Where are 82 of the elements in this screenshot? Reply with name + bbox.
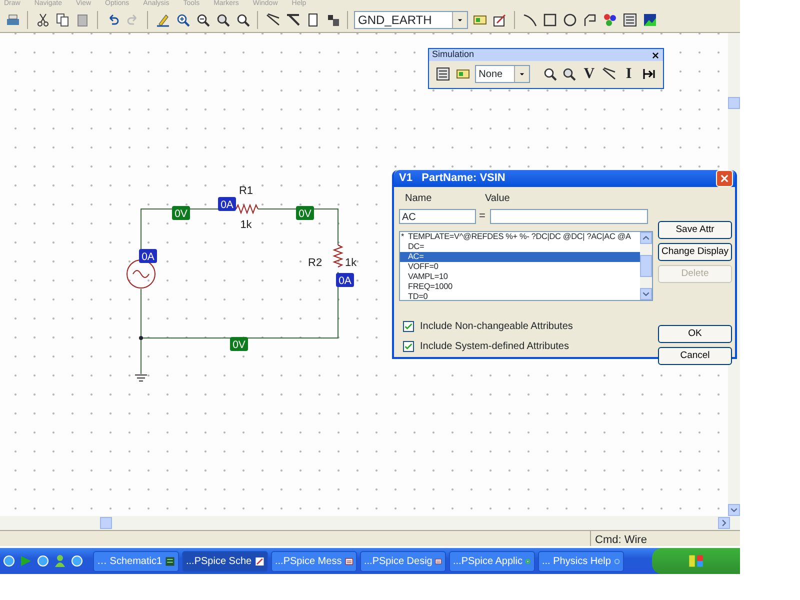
- polyline-icon[interactable]: [582, 13, 596, 27]
- person-icon[interactable]: [53, 554, 67, 568]
- wire-icon[interactable]: [266, 13, 280, 27]
- close-icon[interactable]: [651, 50, 660, 60]
- part-value: 1k: [345, 257, 357, 269]
- copy-icon[interactable]: [56, 13, 70, 27]
- text-frame-icon[interactable]: [436, 67, 450, 81]
- marker-button[interactable]: V: [580, 66, 598, 82]
- paste-icon[interactable]: [76, 13, 90, 27]
- value-field[interactable]: [490, 208, 648, 224]
- wire[interactable]: [140, 208, 338, 374]
- current-marker[interactable]: 0A: [336, 273, 354, 287]
- equals-sign: =: [479, 209, 486, 224]
- scroll-thumb[interactable]: [100, 517, 112, 529]
- block-icon[interactable]: [306, 13, 320, 27]
- part-reference: R1: [238, 185, 254, 197]
- dialog-button[interactable]: Cancel: [658, 347, 732, 365]
- bus-icon[interactable]: [286, 13, 300, 27]
- attribute-item[interactable]: VAMPL=10: [400, 272, 640, 282]
- attribute-item[interactable]: VOFF=0: [400, 262, 640, 272]
- checkbox[interactable]: [403, 320, 414, 332]
- zoom-area-icon[interactable]: [216, 13, 230, 27]
- probe-icon[interactable]: [642, 67, 656, 81]
- wire-icon[interactable]: [602, 67, 616, 81]
- check-icon: [404, 322, 413, 330]
- field-label: Name: [404, 192, 433, 206]
- simulation-combo[interactable]: None: [474, 65, 530, 83]
- attribute-item[interactable]: * TEMPLATE=V^@REFDES %+ %- ?DC|DC @DC| ?AC|AC @A: [400, 232, 640, 242]
- dialog-button[interactable]: Change Display: [658, 243, 732, 261]
- text-frame-icon[interactable]: [622, 13, 636, 27]
- current-marker[interactable]: 0A: [218, 197, 236, 211]
- checkbox[interactable]: [403, 340, 414, 352]
- toolbar-title: Simulation: [432, 48, 474, 62]
- voltage-marker[interactable]: 0V: [230, 337, 248, 351]
- checkbox-label: Include Non-changeable Attributes: [420, 320, 573, 334]
- taskbar-button[interactable]: ...PSpice Desig: [360, 550, 446, 572]
- dialog-button[interactable]: Save Attr: [658, 221, 732, 239]
- attribute-item[interactable]: TD=0: [400, 292, 640, 300]
- taskbar-button[interactable]: ...PSpice Sche: [182, 550, 268, 572]
- status-text: Cmd: Wire: [590, 531, 730, 546]
- pencil-icon[interactable]: [156, 13, 170, 27]
- ac-source-symbol[interactable]: [126, 260, 156, 288]
- name-field[interactable]: AC: [399, 208, 476, 224]
- zoom-area-icon[interactable]: [562, 67, 576, 81]
- resistor-symbol[interactable]: [236, 204, 258, 214]
- rectangle-icon[interactable]: [542, 13, 556, 27]
- circle-icon[interactable]: [562, 13, 576, 27]
- attribute-item[interactable]: FREQ=1000: [400, 282, 640, 292]
- ground-symbol[interactable]: [134, 374, 148, 382]
- part-combo[interactable]: GND_EARTH: [354, 11, 468, 29]
- zoom-fit-icon[interactable]: [542, 67, 556, 81]
- voltage-marker[interactable]: 0V: [296, 206, 314, 220]
- part-value: 1k: [240, 219, 252, 231]
- voltage-marker[interactable]: 0V: [172, 206, 190, 220]
- taskbar-button[interactable]: ...PSpice Applic: [449, 550, 535, 572]
- resistor-symbol[interactable]: [332, 244, 344, 268]
- print-icon[interactable]: [6, 13, 20, 27]
- taskbar-button[interactable]: … Schematic1: [93, 550, 179, 572]
- zoom-out-icon[interactable]: [196, 13, 210, 27]
- dialog-title: V1 PartName: VSIN: [399, 171, 506, 186]
- arc-icon[interactable]: [522, 13, 536, 27]
- scroll-thumb[interactable]: [640, 254, 652, 276]
- dialog-button[interactable]: OK: [658, 325, 732, 343]
- current-marker[interactable]: 0A: [139, 249, 157, 263]
- zoom-in-icon[interactable]: [176, 13, 190, 27]
- attribute-item[interactable]: DC=: [400, 242, 640, 252]
- zoom-fit-icon[interactable]: [236, 13, 250, 27]
- field-label: Value: [485, 192, 510, 206]
- scroll-thumb[interactable]: [728, 97, 740, 109]
- picture-icon[interactable]: [642, 13, 656, 27]
- marker-button[interactable]: I: [620, 66, 638, 82]
- junction-dot: [139, 336, 143, 340]
- check-icon: [404, 342, 413, 350]
- taskbar-button[interactable]: ... Physics Help: [538, 550, 624, 572]
- scissors-icon[interactable]: [36, 13, 50, 27]
- checkbox-label: Include System-defined Attributes: [420, 340, 569, 354]
- attribute-item[interactable]: AC=: [400, 252, 640, 262]
- close-button[interactable]: [716, 170, 733, 187]
- horizontal-scrollbar[interactable]: [0, 516, 740, 530]
- pencil-icon: [254, 554, 264, 568]
- taskbar-button[interactable]: ...PSpice Mess: [271, 550, 357, 572]
- part-reference: R2: [308, 257, 322, 269]
